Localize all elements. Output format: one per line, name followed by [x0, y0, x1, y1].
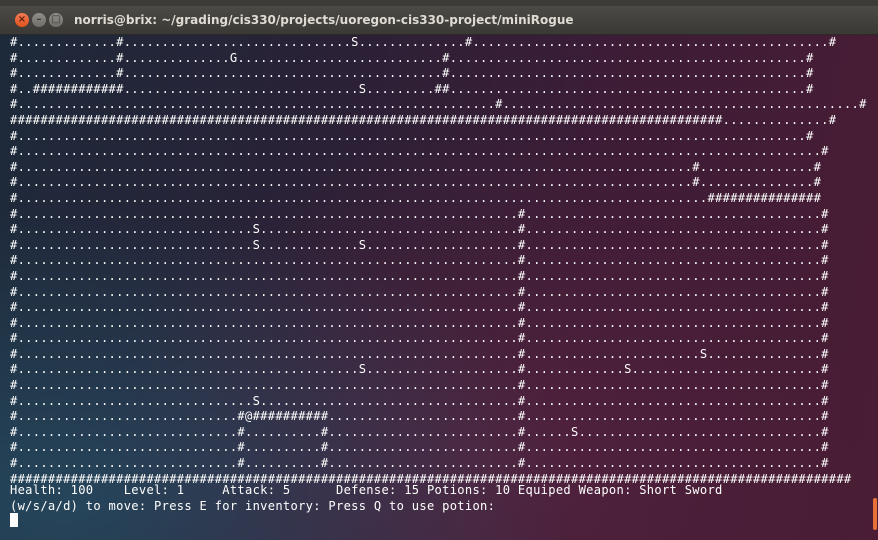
map-row: #.......................................…	[10, 362, 829, 377]
terminal-cursor	[10, 513, 18, 527]
window-titlebar[interactable]: × – □ norris@brix: ~/grading/cis330/proj…	[0, 6, 878, 35]
status-panel: Health: 100 Level: 1 Attack: 5 Defense: …	[10, 483, 723, 514]
map-row: #.......................................…	[10, 206, 829, 221]
map-row: #.......................................…	[10, 190, 822, 205]
map-row: #.............................#@########…	[10, 409, 829, 424]
map-row: #.......................................…	[10, 144, 829, 159]
stats-line: Health: 100 Level: 1 Attack: 5 Defense: …	[10, 483, 723, 497]
minimize-icon[interactable]: –	[32, 13, 46, 27]
map-row: #.............#.........................…	[10, 66, 814, 81]
map-row: #.............#.........................…	[10, 35, 837, 49]
map-row: #.......................................…	[10, 315, 829, 330]
close-icon[interactable]: ×	[15, 13, 29, 27]
map-row: #.......................................…	[10, 159, 822, 174]
help-line: (w/s/a/d) to move: Press E for inventory…	[10, 498, 496, 513]
map-row: #.......................................…	[10, 346, 829, 361]
map-row: #...............................S.......…	[10, 222, 829, 237]
map-row: #.......................................…	[10, 284, 829, 299]
map-row: #.......................................…	[10, 300, 829, 315]
map-row: #...............................S.......…	[10, 237, 829, 252]
map-row: #.............................#.........…	[10, 456, 829, 471]
window-title: norris@brix: ~/grading/cis330/projects/u…	[74, 13, 574, 27]
map-row: #.............................#.........…	[10, 440, 829, 455]
terminal-area[interactable]: #.............#.........................…	[0, 35, 878, 540]
map-row: #.............................#.........…	[10, 424, 829, 439]
map-row: #.......................................…	[10, 268, 829, 283]
maximize-icon[interactable]: □	[49, 13, 63, 27]
map-row: #.......................................…	[10, 331, 829, 346]
map-row: #.............#..............G..........…	[10, 50, 814, 65]
game-map: #.............#.........................…	[10, 35, 867, 487]
map-row: #.......................................…	[10, 253, 829, 268]
map-row: ########################################…	[10, 112, 837, 127]
map-row: #...............................S.......…	[10, 393, 829, 408]
scroll-indicator[interactable]	[873, 498, 877, 530]
map-row: #.......................................…	[10, 175, 822, 190]
map-row: #.......................................…	[10, 97, 867, 112]
map-row: #.......................................…	[10, 378, 829, 393]
map-row: #.......................................…	[10, 128, 814, 143]
map-row: #..############.........................…	[10, 81, 814, 96]
